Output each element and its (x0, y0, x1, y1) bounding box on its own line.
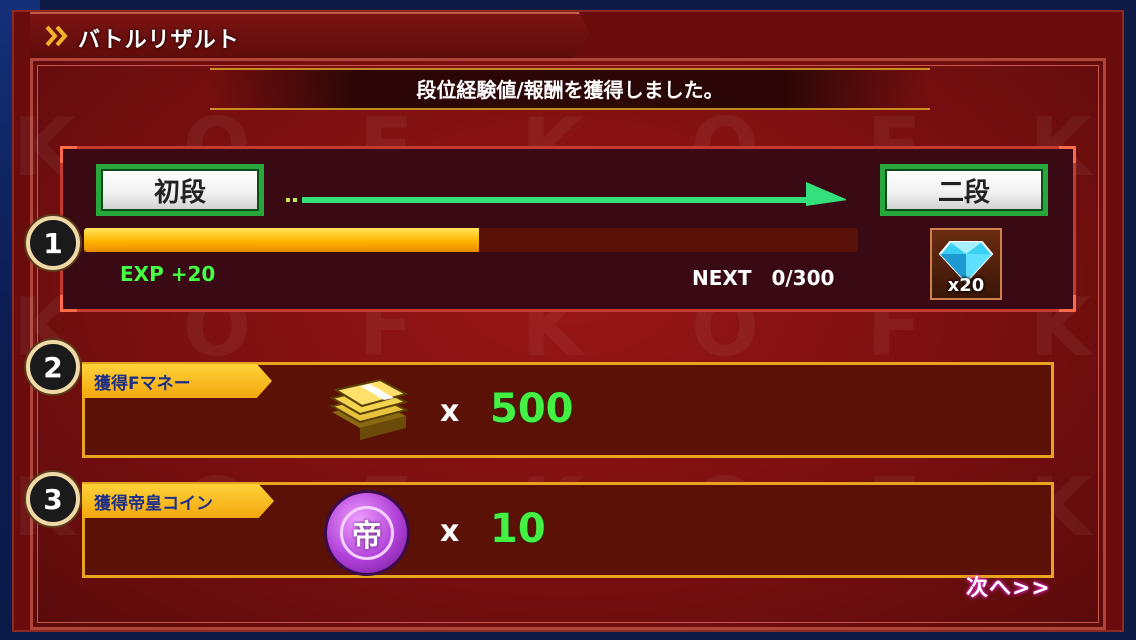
next-button[interactable]: 次へ>> (966, 570, 1051, 602)
rank-arrow-icon (286, 182, 846, 206)
current-rank-label: 初段 (96, 164, 264, 216)
exp-gained: EXP +20 (120, 262, 216, 286)
next-exp: NEXT 0/300 (692, 266, 835, 290)
double-chevron-icon (45, 25, 68, 47)
next-rank-label: 二段 (880, 164, 1048, 216)
page-title: バトルリザルト (78, 28, 240, 53)
exp-progress-fill (84, 228, 479, 252)
reward-value-fmoney: 500 (490, 386, 574, 432)
exp-progress-bar (84, 228, 858, 252)
rank-reward-count: x20 (947, 275, 985, 296)
step-badge-2: 2 (26, 340, 80, 394)
rank-reward: x20 (930, 228, 1002, 300)
reward-label-fmoney: 獲得Fマネー (82, 364, 272, 398)
emperor-coin-char: 帝 (340, 506, 394, 560)
reward-value-emperor-coin: 10 (490, 506, 546, 552)
result-message: 段位経験値/報酬を獲得しました。 (416, 78, 724, 102)
emperor-coin-icon: 帝 (324, 490, 410, 576)
reward-multiplier-emperor-coin: x (440, 514, 460, 549)
reward-multiplier-fmoney: x (440, 394, 460, 429)
step-badge-3: 3 (26, 472, 80, 526)
money-stack-icon (329, 378, 409, 440)
reward-label-emperor-coin: 獲得帝皇コイン (82, 484, 274, 518)
step-badge-1: 1 (26, 216, 80, 270)
